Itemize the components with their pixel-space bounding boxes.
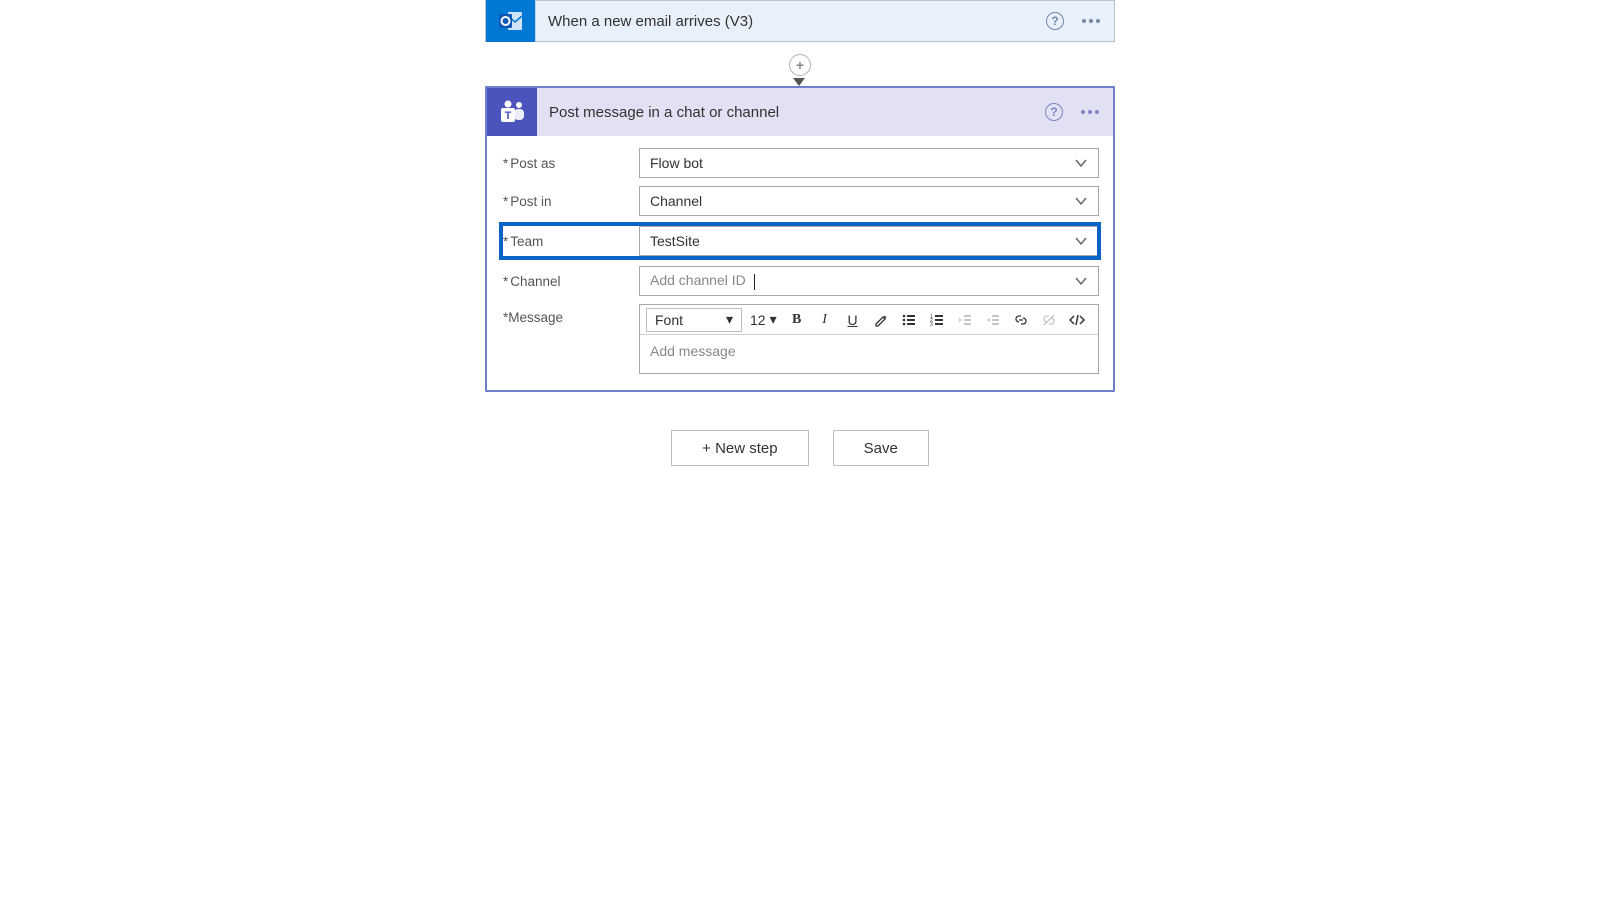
- help-icon[interactable]: ?: [1046, 12, 1064, 30]
- trigger-card[interactable]: When a new email arrives (V3) ?: [485, 0, 1115, 42]
- unlink-icon[interactable]: [1037, 308, 1061, 332]
- field-channel: *Channel Add channel ID: [501, 266, 1099, 296]
- trigger-title: When a new email arrives (V3): [536, 13, 1046, 30]
- field-label: *Message: [501, 304, 639, 325]
- code-view-icon[interactable]: [1065, 308, 1089, 332]
- font-select[interactable]: Font ▾: [646, 308, 742, 332]
- action-card: T Post message in a chat or channel ? *P…: [485, 86, 1115, 392]
- outlook-icon: [486, 0, 536, 42]
- help-icon[interactable]: ?: [1045, 103, 1063, 121]
- field-team: *Team TestSite: [501, 224, 1099, 258]
- chevron-down-icon: [1074, 234, 1088, 248]
- rte-toolbar: Font ▾ 12 ▾ B I U: [640, 305, 1098, 335]
- channel-placeholder: Add channel ID: [650, 272, 746, 288]
- highlight-icon[interactable]: [869, 308, 893, 332]
- post-as-value: Flow bot: [650, 155, 703, 171]
- action-title: Post message in a chat or channel: [537, 104, 1045, 121]
- post-in-value: Channel: [650, 193, 702, 209]
- post-as-select[interactable]: Flow bot: [639, 148, 1099, 178]
- more-icon[interactable]: [1081, 110, 1099, 114]
- team-select[interactable]: TestSite: [639, 226, 1099, 256]
- field-label: *Channel: [501, 274, 639, 289]
- field-label: *Team: [501, 234, 639, 249]
- numbering-icon[interactable]: 123: [925, 308, 949, 332]
- channel-select[interactable]: Add channel ID: [639, 266, 1099, 296]
- font-size-select[interactable]: 12 ▾: [746, 311, 781, 328]
- field-label: *Post as: [501, 156, 639, 171]
- connector: +: [798, 42, 802, 82]
- caret-down-icon: ▾: [726, 311, 733, 328]
- team-value: TestSite: [650, 233, 700, 249]
- arrow-down-icon: [793, 78, 805, 86]
- post-in-select[interactable]: Channel: [639, 186, 1099, 216]
- underline-icon[interactable]: U: [841, 308, 865, 332]
- font-size-value: 12: [750, 312, 766, 328]
- chevron-down-icon: [1074, 194, 1088, 208]
- outdent-icon[interactable]: [953, 308, 977, 332]
- footer-actions: + New step Save: [0, 430, 1600, 466]
- add-step-icon[interactable]: +: [789, 54, 811, 76]
- chevron-down-icon: [1074, 274, 1088, 288]
- teams-icon: T: [487, 88, 537, 136]
- svg-text:T: T: [505, 110, 512, 122]
- action-header[interactable]: T Post message in a chat or channel ?: [487, 88, 1113, 136]
- field-post-as: *Post as Flow bot: [501, 148, 1099, 178]
- caret-down-icon: ▾: [770, 311, 777, 328]
- message-input[interactable]: Add message: [640, 335, 1098, 373]
- text-cursor: [754, 274, 755, 290]
- save-button[interactable]: Save: [833, 430, 929, 466]
- italic-icon[interactable]: I: [813, 308, 837, 332]
- indent-icon[interactable]: [981, 308, 1005, 332]
- link-icon[interactable]: [1009, 308, 1033, 332]
- field-message: *Message Font ▾ 12 ▾ B: [501, 304, 1099, 374]
- new-step-button[interactable]: + New step: [671, 430, 808, 466]
- field-label: *Post in: [501, 194, 639, 209]
- bold-icon[interactable]: B: [785, 308, 809, 332]
- chevron-down-icon: [1074, 156, 1088, 170]
- svg-text:3: 3: [930, 322, 933, 328]
- field-post-in: *Post in Channel: [501, 186, 1099, 216]
- font-label: Font: [655, 312, 683, 328]
- bullets-icon[interactable]: [897, 308, 921, 332]
- more-icon[interactable]: [1082, 19, 1100, 23]
